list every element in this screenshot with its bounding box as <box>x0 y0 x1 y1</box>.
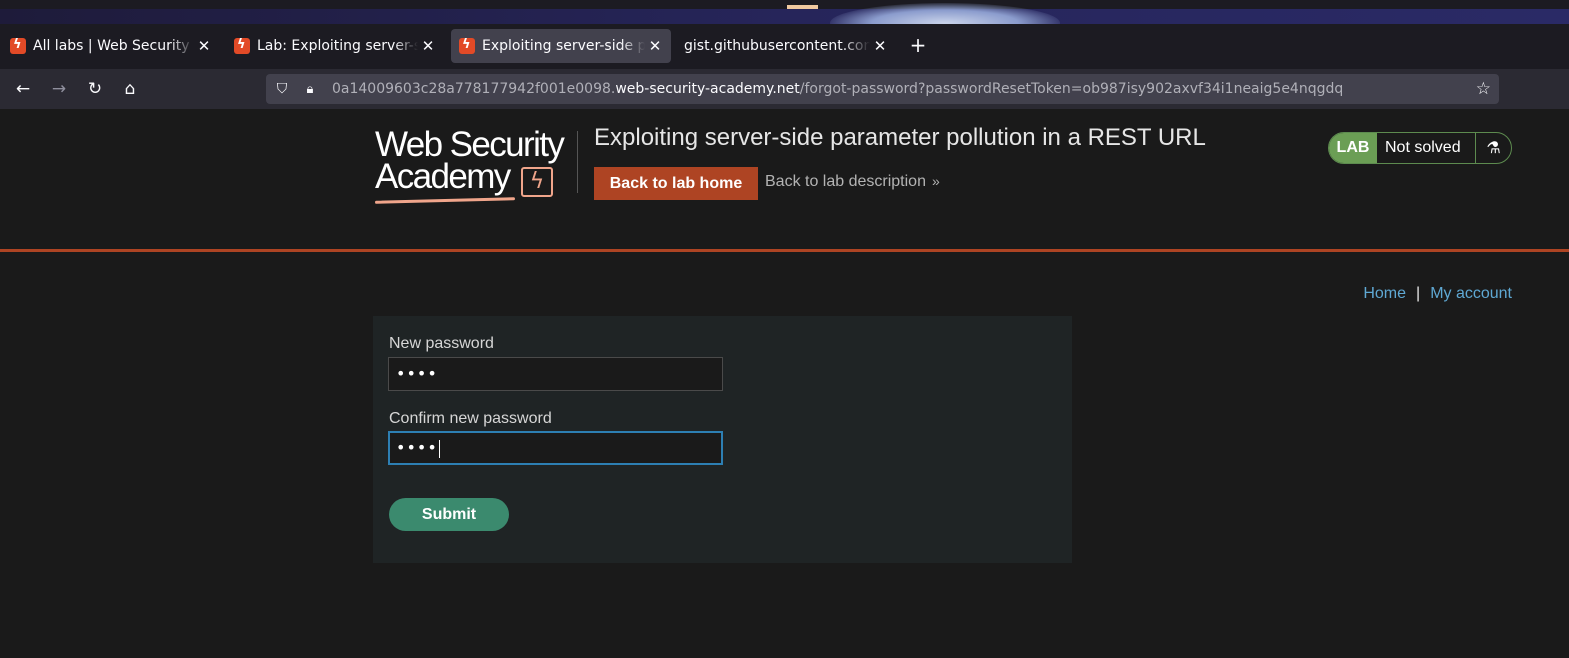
lock-icon[interactable]: 🔒︎ <box>302 82 318 97</box>
new-tab-icon[interactable]: + <box>906 34 930 58</box>
shield-icon[interactable]: ⛉ <box>274 81 290 97</box>
confirm-password-label: Confirm new password <box>389 410 552 427</box>
page-content: Web Security Academy ϟ Exploiting server… <box>0 109 1569 658</box>
portswigger-favicon-icon <box>234 37 250 54</box>
bookmark-star-icon[interactable]: ☆ <box>1476 79 1491 99</box>
reset-password-form: New password •••• Confirm new password •… <box>373 316 1072 563</box>
browser-tab[interactable]: All labs | Web Security Academy ✕ <box>2 29 220 63</box>
browser-nav-bar: ← → ↻ ⌂ ⛉ 🔒︎ 0a14009603c28a778177942f001… <box>0 69 1569 109</box>
web-security-academy-logo[interactable]: Web Security Academy ϟ <box>374 127 575 204</box>
new-password-field[interactable]: •••• <box>388 357 723 391</box>
browser-tab-bar: All labs | Web Security Academy ✕ Lab: E… <box>0 24 1569 69</box>
lab-title: Exploiting server-side parameter polluti… <box>594 124 1206 151</box>
text-caret <box>438 439 440 458</box>
forward-arrow-icon[interactable]: → <box>47 77 71 101</box>
logo-underline <box>374 197 516 204</box>
account-nav: Home | My account <box>1363 285 1512 303</box>
tab-title: All labs | Web Security Academy <box>33 38 194 54</box>
url-text[interactable]: 0a14009603c28a778177942f001e0098.web-sec… <box>332 81 1343 97</box>
reload-icon[interactable]: ↻ <box>83 77 107 101</box>
home-icon[interactable]: ⌂ <box>118 77 142 101</box>
back-to-lab-home-button[interactable]: Back to lab home <box>594 167 758 200</box>
close-icon[interactable]: ✕ <box>647 37 663 55</box>
window-indicator <box>787 5 818 9</box>
back-arrow-icon[interactable]: ← <box>11 77 35 101</box>
flask-icon: ⚗ <box>1486 138 1501 157</box>
address-bar[interactable]: ⛉ 🔒︎ 0a14009603c28a778177942f001e0098.we… <box>266 74 1499 104</box>
desktop-wallpaper <box>0 3 1569 24</box>
browser-tab[interactable]: gist.githubusercontent.com/ ✕ <box>676 29 896 63</box>
close-icon[interactable]: ✕ <box>872 37 888 55</box>
home-link[interactable]: Home <box>1363 285 1406 302</box>
browser-tab[interactable]: Lab: Exploiting server-side parameter po… <box>226 29 444 63</box>
close-icon[interactable]: ✕ <box>420 37 436 55</box>
lab-header: Web Security Academy ϟ Exploiting server… <box>0 109 1569 252</box>
window-top-strip <box>0 0 1569 24</box>
submit-button[interactable]: Submit <box>389 498 509 531</box>
tab-title: Lab: Exploiting server-side parameter po… <box>257 38 418 54</box>
header-divider <box>577 131 578 193</box>
lab-status-text: Not solved <box>1377 133 1476 163</box>
close-icon[interactable]: ✕ <box>196 37 212 55</box>
lab-tag: LAB <box>1329 133 1377 163</box>
portswigger-favicon-icon <box>10 37 26 54</box>
back-to-lab-description-link[interactable]: Back to lab description» <box>765 173 940 191</box>
tab-title: gist.githubusercontent.com/ <box>684 38 870 54</box>
browser-tab-active[interactable]: Exploiting server-side parameter polluti… <box>451 29 671 63</box>
confirm-password-field[interactable]: •••• <box>388 431 723 465</box>
lab-status-widget: LAB Not solved ⚗ <box>1328 132 1512 164</box>
nav-separator: | <box>1416 285 1421 302</box>
new-password-label: New password <box>389 335 494 352</box>
tab-title: Exploiting server-side parameter polluti… <box>482 38 645 54</box>
double-chevron-right-icon: » <box>931 173 940 189</box>
my-account-link[interactable]: My account <box>1430 285 1512 302</box>
portswigger-favicon-icon <box>459 37 475 54</box>
logo-bolt-icon: ϟ <box>521 167 553 197</box>
